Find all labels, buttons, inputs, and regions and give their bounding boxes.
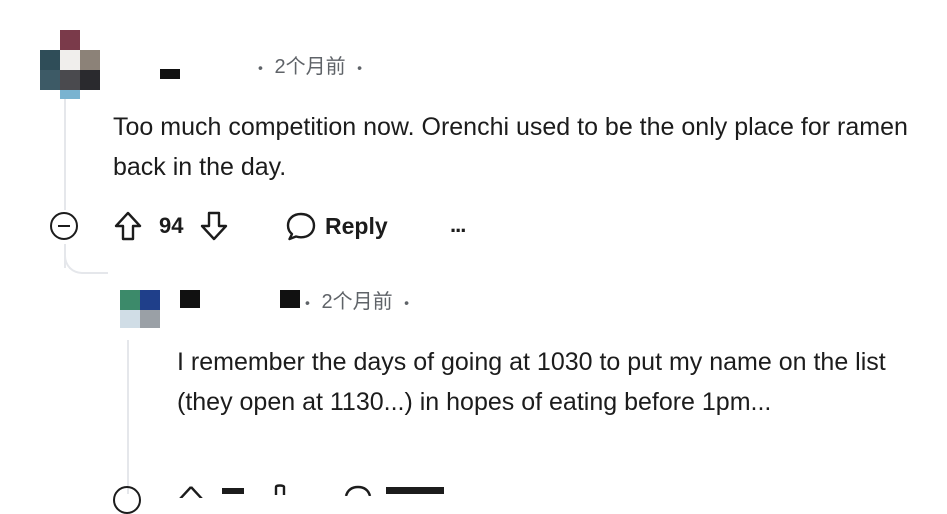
ellipsis-icon: ... bbox=[450, 212, 466, 237]
upvote-arrow-icon[interactable] bbox=[113, 210, 143, 242]
vote-group: 94 bbox=[113, 208, 229, 244]
comment-meta: • 2个月前 • bbox=[258, 50, 362, 79]
thread-connector bbox=[64, 246, 108, 274]
comment-body: Too much competition now. Orenchi used t… bbox=[113, 113, 908, 181]
meta-separator: • bbox=[258, 59, 263, 76]
meta-separator: • bbox=[404, 294, 410, 311]
username-redacted[interactable] bbox=[160, 69, 180, 79]
vote-count-clipped bbox=[222, 488, 244, 494]
collapse-button[interactable] bbox=[50, 212, 78, 240]
downvote-arrow-icon[interactable] bbox=[270, 483, 290, 495]
comment-meta: • 2个月前 • bbox=[305, 285, 409, 314]
thread-line[interactable] bbox=[64, 98, 66, 210]
meta-separator: • bbox=[305, 294, 310, 311]
thread-line[interactable] bbox=[127, 340, 129, 494]
collapse-button[interactable] bbox=[113, 486, 141, 514]
more-options-button[interactable]: ... bbox=[450, 212, 466, 240]
timestamp[interactable]: 2个月前 bbox=[321, 291, 392, 313]
downvote-arrow-icon[interactable] bbox=[199, 210, 229, 242]
meta-separator: • bbox=[357, 59, 363, 76]
timestamp[interactable]: 2个月前 bbox=[274, 56, 345, 78]
username-redacted[interactable] bbox=[180, 290, 200, 308]
username-redacted[interactable] bbox=[280, 290, 300, 308]
reply-label: Reply bbox=[325, 212, 388, 239]
reply-label-clipped bbox=[386, 487, 444, 494]
speech-bubble-icon bbox=[286, 212, 316, 241]
speech-bubble-icon[interactable] bbox=[342, 484, 374, 496]
reply-button[interactable]: Reply bbox=[285, 209, 388, 243]
vote-count: 94 bbox=[159, 213, 184, 238]
comment-body: I remember the days of going at 1030 to … bbox=[177, 348, 886, 416]
upvote-arrow-icon[interactable] bbox=[176, 484, 206, 498]
